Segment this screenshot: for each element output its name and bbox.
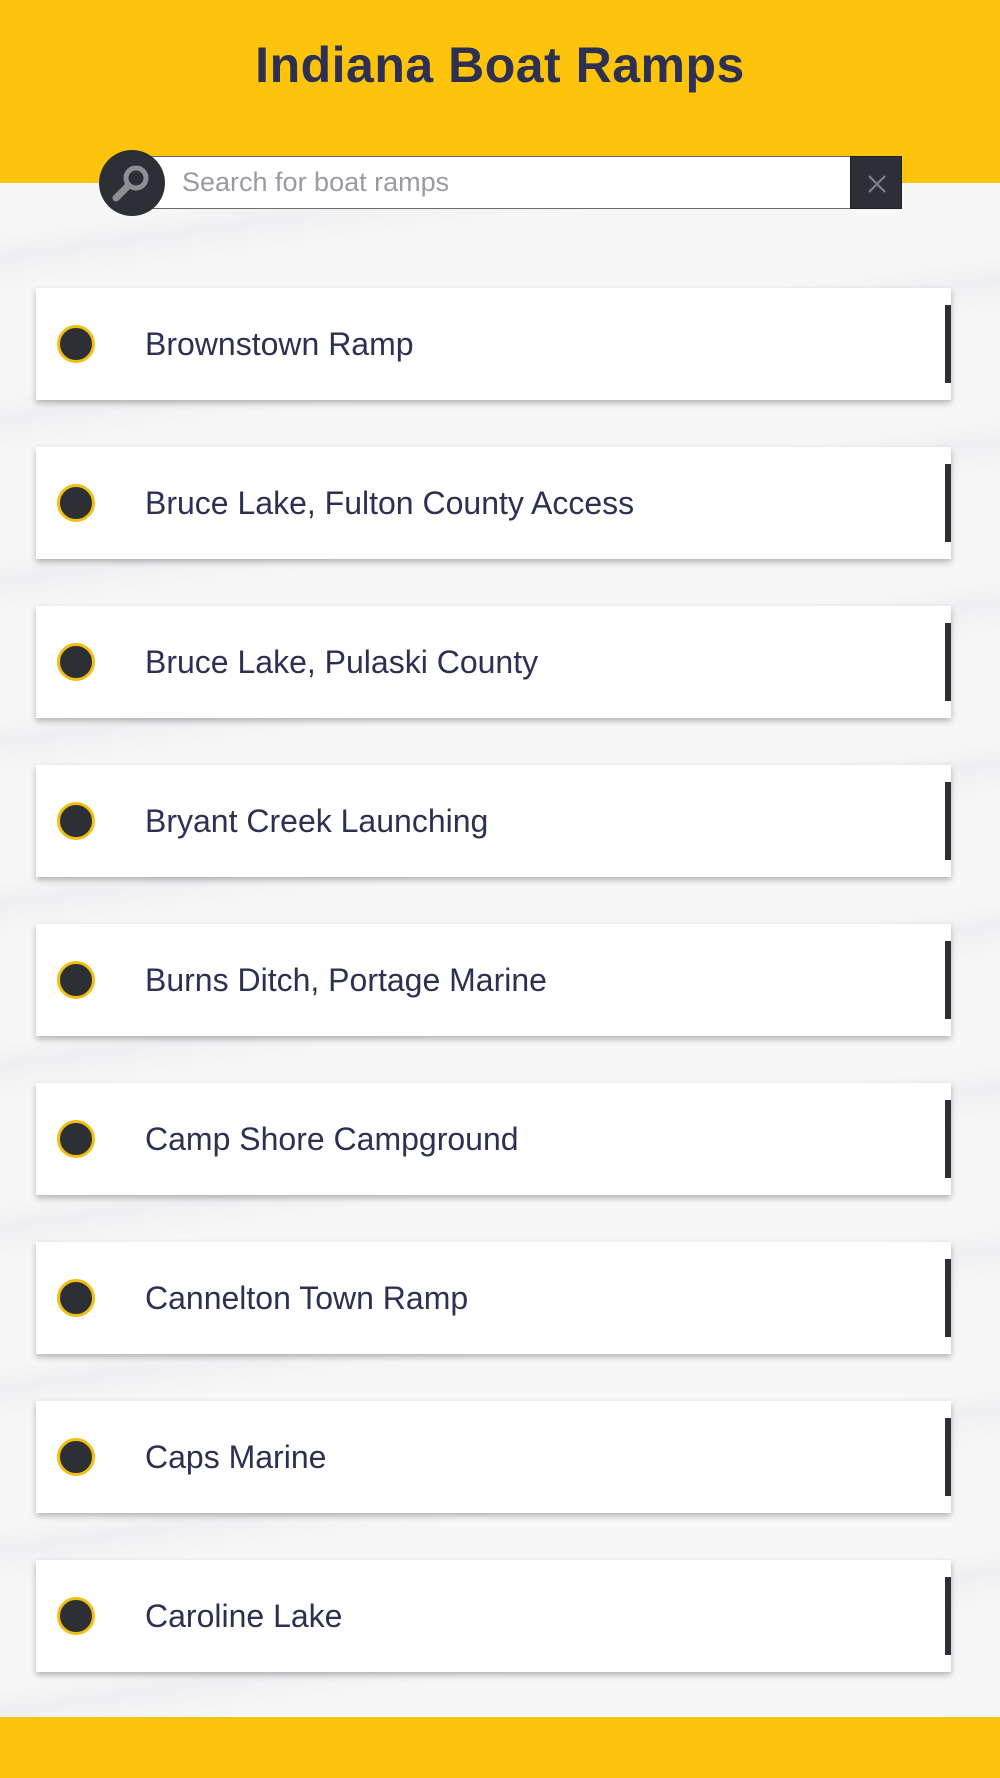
ramp-name: Brownstown Ramp [145, 326, 414, 362]
item-accent-bar [945, 305, 951, 383]
footer-bar [0, 1717, 1000, 1778]
list-item[interactable]: Bruce Lake, Fulton County Access [36, 447, 951, 559]
marker-dot-icon [57, 1438, 95, 1476]
search-icon[interactable] [99, 150, 165, 216]
list-item[interactable]: Caroline Lake [36, 1560, 951, 1672]
list-item[interactable]: Bruce Lake, Pulaski County [36, 606, 951, 718]
list-item[interactable]: Caps Marine [36, 1401, 951, 1513]
marker-dot-icon [57, 484, 95, 522]
page-title: Indiana Boat Ramps [255, 37, 745, 93]
ramp-name: Cannelton Town Ramp [145, 1280, 469, 1316]
item-accent-bar [945, 782, 951, 860]
marker-dot-icon [57, 961, 95, 999]
clear-search-button[interactable] [850, 156, 902, 209]
item-accent-bar [945, 623, 951, 701]
list-item[interactable]: Brownstown Ramp [36, 288, 951, 400]
list-item[interactable]: Camp Shore Campground [36, 1083, 951, 1195]
ramp-name: Bryant Creek Launching [145, 803, 489, 839]
ramp-name: Bruce Lake, Fulton County Access [145, 485, 635, 521]
ramp-name: Caps Marine [145, 1439, 327, 1475]
ramp-name: Burns Ditch, Portage Marine [145, 962, 547, 998]
marker-dot-icon [57, 1597, 95, 1635]
marker-dot-icon [57, 325, 95, 363]
close-icon [868, 175, 886, 193]
search-input[interactable] [150, 156, 852, 209]
ramp-list: Brownstown Ramp Bruce Lake, Fulton Count… [36, 288, 951, 1719]
ramp-name: Caroline Lake [145, 1598, 343, 1634]
list-item[interactable]: Burns Ditch, Portage Marine [36, 924, 951, 1036]
item-accent-bar [945, 464, 951, 542]
marker-dot-icon [57, 802, 95, 840]
item-accent-bar [945, 1418, 951, 1496]
item-accent-bar [945, 941, 951, 1019]
list-item[interactable]: Cannelton Town Ramp [36, 1242, 951, 1354]
list-item[interactable]: Bryant Creek Launching [36, 765, 951, 877]
item-accent-bar [945, 1259, 951, 1337]
marker-dot-icon [57, 1120, 95, 1158]
search-bar [99, 150, 902, 216]
ramp-name: Camp Shore Campground [145, 1121, 519, 1157]
marker-dot-icon [57, 643, 95, 681]
ramp-name: Bruce Lake, Pulaski County [145, 644, 539, 680]
marker-dot-icon [57, 1279, 95, 1317]
item-accent-bar [945, 1577, 951, 1655]
item-accent-bar [945, 1100, 951, 1178]
